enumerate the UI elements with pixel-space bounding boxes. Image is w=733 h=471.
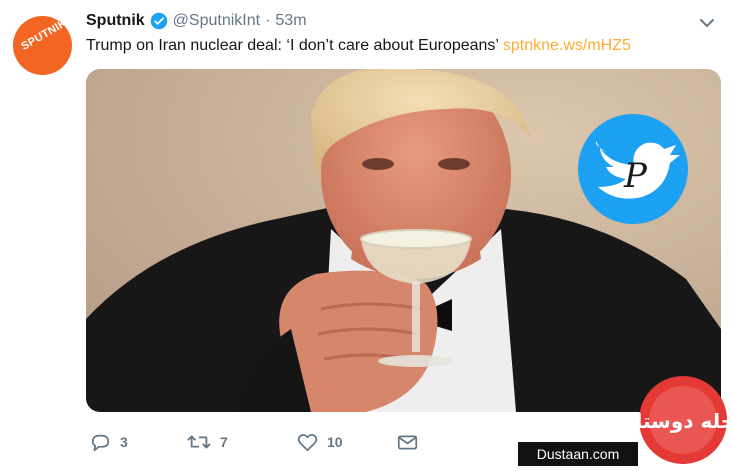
chevron-down-icon[interactable] [698,14,716,32]
tweet-actions: 3 7 10 [90,431,418,453]
avatar[interactable]: SPUTNIK [13,16,72,75]
watermark-logo-text: مجله دوستان [618,409,733,433]
author-handle[interactable]: @SputnikInt [173,12,260,30]
verified-badge-icon [150,12,167,30]
svg-text:P: P [623,156,648,196]
retweet-button[interactable]: 7 [187,433,297,451]
tweet-link[interactable]: sptnkne.ws/mHZ5 [503,37,631,54]
tweet-photo: P [86,69,721,412]
reply-count: 3 [120,434,128,450]
retweet-count: 7 [220,434,228,450]
message-icon [397,435,418,449]
message-button[interactable] [397,434,418,451]
author-name[interactable]: Sputnik [86,12,145,30]
reply-button[interactable]: 3 [90,433,187,452]
tweet-media[interactable]: P [86,69,721,412]
tweet-header: Sputnik @SputnikInt · 53m [86,10,307,32]
like-button[interactable]: 10 [297,433,397,452]
retweet-icon [187,435,211,449]
tweet-text: Trump on Iran nuclear deal: ‘I don’t car… [86,37,631,55]
tweet-time[interactable]: 53m [275,12,306,30]
reply-icon [91,434,110,451]
like-count: 10 [327,434,343,450]
avatar-logo-text: SPUTNIK [19,17,70,53]
site-watermark: مجله دوستان Dustaan.com [518,374,733,466]
watermark-site: Dustaan.com [518,442,638,466]
twitter-bird-icon: P [578,114,688,224]
like-icon [297,433,318,451]
tweet-body: Trump on Iran nuclear deal: ‘I don’t car… [86,37,499,54]
header-separator: · [265,12,271,29]
